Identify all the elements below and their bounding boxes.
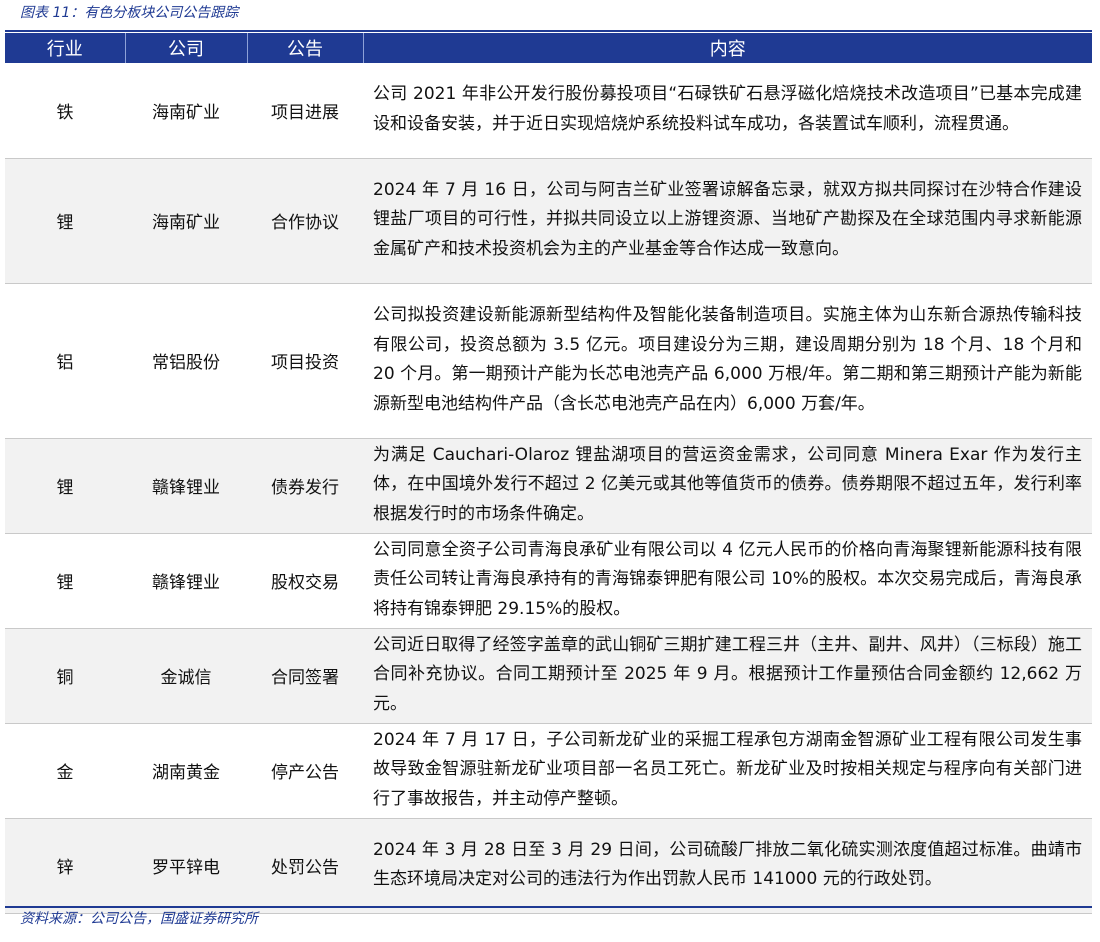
cell-announcement: 项目进展 xyxy=(271,102,339,123)
cell-announcement: 股权交易 xyxy=(271,573,339,593)
announcement-table: 行业 公司 公告 内容 铁 海南矿业 项目进展 公司 2021 年非公开发行股份… xyxy=(5,33,1092,914)
table-row: 铜 金诚信 合同签署 公司近日取得了经签字盖章的武山铜矿三期扩建工程三井（主井、… xyxy=(5,628,1092,723)
header-announcement: 公告 xyxy=(246,33,363,63)
figure-caption: 图表 11：有色分板块公司公告跟踪 xyxy=(20,5,239,21)
cell-company: 海南矿业 xyxy=(152,102,220,123)
source-note: 资料来源：公司公告，国盛证券研究所 xyxy=(20,911,258,927)
cell-announcement: 合同签署 xyxy=(247,628,363,723)
cell-announcement: 合作协议 xyxy=(247,158,363,283)
table-row: 锌 罗平锌电 处罚公告 2024 年 3 月 28 日至 3 月 29 日间，公… xyxy=(5,818,1092,913)
cell-industry: 锌 xyxy=(5,818,125,913)
cell-industry: 铝 xyxy=(56,353,74,373)
cell-announcement: 债券发行 xyxy=(247,438,363,533)
cell-industry: 锂 xyxy=(56,573,74,593)
table-row: 锂 赣锋锂业 股权交易 公司同意全资子公司青海良承矿业有限公司以 4 亿元人民币… xyxy=(5,533,1092,628)
cell-industry: 锂 xyxy=(5,438,125,533)
cell-industry: 金 xyxy=(56,763,74,783)
cell-content: 2024 年 3 月 28 日至 3 月 29 日间，公司硫酸厂排放二氧化硫实测… xyxy=(363,818,1092,913)
cell-industry: 铜 xyxy=(5,628,125,723)
cell-content: 为满足 Cauchari-Olaroz 锂盐湖项目的营运资金需求，公司同意 Mi… xyxy=(363,438,1092,533)
cell-industry: 锂 xyxy=(5,158,125,283)
cell-announcement: 项目投资 xyxy=(271,353,339,373)
cell-content: 公司同意全资子公司青海良承矿业有限公司以 4 亿元人民币的价格向青海聚锂新能源科… xyxy=(373,539,1082,619)
cell-company: 罗平锌电 xyxy=(125,818,247,913)
header-industry: 行业 xyxy=(5,33,125,63)
table-row: 铝 常铝股份 项目投资 公司拟投资建设新能源新型结构件及智能化装备制造项目。实施… xyxy=(5,283,1092,438)
cell-content: 公司拟投资建设新能源新型结构件及智能化装备制造项目。实施主体为山东新合源热传输科… xyxy=(373,305,1082,414)
cell-content: 2024 年 7 月 17 日，子公司新龙矿业的采掘工程承包方湖南金智源矿业工程… xyxy=(373,729,1082,809)
cell-company: 常铝股份 xyxy=(152,353,220,373)
header-company: 公司 xyxy=(124,33,247,63)
cell-company: 赣锋锂业 xyxy=(152,573,220,593)
cell-content: 公司近日取得了经签字盖章的武山铜矿三期扩建工程三井（主井、副井、风井）（三标段）… xyxy=(363,628,1092,723)
top-rule xyxy=(5,30,1092,32)
cell-announcement: 处罚公告 xyxy=(247,818,363,913)
cell-content: 公司 2021 年非公开发行股份募投项目“石碌铁矿石悬浮磁化焙烧技术改造项目”已… xyxy=(373,84,1082,134)
cell-content: 2024 年 7 月 16 日，公司与阿吉兰矿业签署谅解备忘录，就双方拟共同探讨… xyxy=(363,158,1092,283)
cell-company: 湖南黄金 xyxy=(152,763,220,783)
cell-company: 赣锋锂业 xyxy=(125,438,247,533)
table-row: 锂 海南矿业 合作协议 2024 年 7 月 16 日，公司与阿吉兰矿业签署谅解… xyxy=(5,158,1092,283)
header-row: 行业 公司 公告 内容 xyxy=(5,33,1092,63)
table-row: 金 湖南黄金 停产公告 2024 年 7 月 17 日，子公司新龙矿业的采掘工程… xyxy=(5,723,1092,818)
table-row: 锂 赣锋锂业 债券发行 为满足 Cauchari-Olaroz 锂盐湖项目的营运… xyxy=(5,438,1092,533)
table-row: 铁 海南矿业 项目进展 公司 2021 年非公开发行股份募投项目“石碌铁矿石悬浮… xyxy=(5,63,1092,158)
cell-announcement: 停产公告 xyxy=(271,763,339,783)
cell-industry: 铁 xyxy=(56,102,74,123)
header-content: 内容 xyxy=(362,33,1092,63)
cell-company: 海南矿业 xyxy=(125,158,247,283)
cell-company: 金诚信 xyxy=(125,628,247,723)
